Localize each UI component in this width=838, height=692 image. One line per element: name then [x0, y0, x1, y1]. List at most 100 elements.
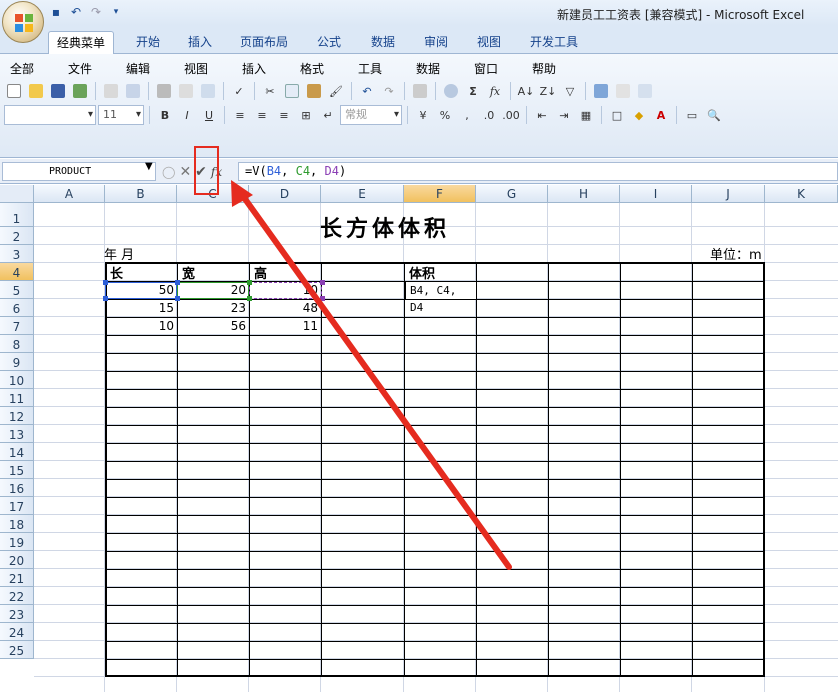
print-preview-icon[interactable] — [101, 81, 121, 101]
redo-icon[interactable]: ↷ — [379, 81, 399, 101]
sort-descending-icon[interactable]: Z↓ — [538, 81, 558, 101]
menu-view[interactable]: 视图 — [184, 60, 208, 77]
range-handle[interactable] — [103, 280, 108, 285]
row-header-1[interactable]: 1 — [0, 203, 34, 227]
row-header-10[interactable]: 10 — [0, 371, 34, 389]
column-header-f[interactable]: F — [404, 185, 476, 203]
column-header-b[interactable]: B — [105, 185, 177, 203]
align-right-icon[interactable]: ≡ — [274, 105, 294, 125]
column-header-k[interactable]: K — [765, 185, 838, 203]
cell-c6[interactable]: 56 — [178, 319, 246, 333]
menu-help[interactable]: 帮助 — [532, 60, 556, 77]
comma-style-icon[interactable]: , — [457, 105, 477, 125]
research-icon[interactable] — [123, 81, 143, 101]
tab-view[interactable]: 视图 — [469, 31, 509, 54]
row-header-25[interactable]: 25 — [0, 641, 34, 659]
row-header-12[interactable]: 12 — [0, 407, 34, 425]
align-center-icon[interactable]: ≡ — [252, 105, 272, 125]
open-icon[interactable] — [26, 81, 46, 101]
menu-all[interactable]: 全部 — [10, 60, 34, 77]
font-name-combo[interactable] — [4, 105, 96, 125]
chevron-down-icon[interactable]: ▼ — [145, 161, 153, 172]
insert-chart-icon[interactable] — [410, 81, 430, 101]
row-header-21[interactable]: 21 — [0, 569, 34, 587]
range-handle[interactable] — [247, 296, 252, 301]
new-icon[interactable] — [4, 81, 24, 101]
redo-icon[interactable]: ↷ — [88, 4, 104, 20]
save-icon[interactable] — [48, 81, 68, 101]
cell-d6[interactable]: 11 — [250, 319, 318, 333]
row-header-9[interactable]: 9 — [0, 353, 34, 371]
tab-classic-menu[interactable]: 经典菜单 — [48, 31, 115, 54]
paste-icon[interactable] — [304, 81, 324, 101]
wrap-text-icon[interactable]: ↵ — [318, 105, 338, 125]
menu-data[interactable]: 数据 — [416, 60, 440, 77]
filter-icon[interactable]: ▽ — [560, 81, 580, 101]
decrease-indent-icon[interactable]: ⇤ — [532, 105, 552, 125]
range-handle[interactable] — [247, 280, 252, 285]
header-width[interactable]: 宽 — [182, 263, 195, 282]
decrease-decimal-icon[interactable]: .00 — [501, 105, 521, 125]
range-handle[interactable] — [175, 280, 180, 285]
tab-page-layout[interactable]: 页面布局 — [232, 31, 296, 54]
permission-icon[interactable] — [70, 81, 90, 101]
name-box[interactable]: PRODUCT — [2, 162, 156, 181]
column-header-h[interactable]: H — [548, 185, 620, 203]
find-icon[interactable]: 🔍 — [704, 105, 724, 125]
row-header-18[interactable]: 18 — [0, 515, 34, 533]
menu-tools[interactable]: 工具 — [358, 60, 382, 77]
column-header-j[interactable]: J — [692, 185, 765, 203]
spreadsheet-grid[interactable]: ABCDEFGHIJK 1 2 3 4 5 6 7 8 9 10 11 12 13 14 15 16 17 18 1… — [0, 185, 838, 692]
drawing-icon[interactable] — [613, 81, 633, 101]
column-header-i[interactable]: I — [620, 185, 692, 203]
row-header-3[interactable]: 3 — [0, 245, 34, 263]
undo-icon[interactable]: ↶ — [357, 81, 377, 101]
zoom-icon[interactable] — [635, 81, 655, 101]
column-header-d[interactable]: D — [249, 185, 321, 203]
cut-icon[interactable]: ✂ — [260, 81, 280, 101]
column-header-g[interactable]: G — [476, 185, 548, 203]
font-color-icon[interactable]: A — [651, 105, 671, 125]
row-header-7[interactable]: 7 — [0, 317, 34, 335]
row-header-4[interactable]: 4 — [0, 263, 34, 281]
row-header-15[interactable]: 15 — [0, 461, 34, 479]
increase-decimal-icon[interactable]: .0 — [479, 105, 499, 125]
tab-home[interactable]: 开始 — [128, 31, 168, 54]
hyperlink-icon[interactable] — [441, 81, 461, 101]
expand-circle-icon[interactable]: ◯ — [162, 165, 175, 179]
currency-icon[interactable]: ¥ — [413, 105, 433, 125]
customize-qat-icon[interactable]: ▾ — [108, 4, 124, 20]
menu-window[interactable]: 窗口 — [474, 60, 498, 77]
bold-button[interactable]: B — [155, 105, 175, 125]
range-handle[interactable] — [175, 296, 180, 301]
row-header-22[interactable]: 22 — [0, 587, 34, 605]
format-painter-icon[interactable]: 🖌 — [326, 81, 346, 101]
percent-icon[interactable]: % — [435, 105, 455, 125]
header-height[interactable]: 高 — [254, 263, 267, 282]
tab-developer[interactable]: 开发工具 — [522, 31, 586, 54]
underline-button[interactable]: U — [199, 105, 219, 125]
select-all-corner[interactable] — [0, 185, 34, 203]
cancel-icon[interactable]: ✕ — [179, 164, 191, 180]
tab-formulas[interactable]: 公式 — [309, 31, 349, 54]
chart-wizard-icon[interactable] — [591, 81, 611, 101]
cell-d5[interactable]: 48 — [250, 301, 318, 315]
row-header-13[interactable]: 13 — [0, 425, 34, 443]
comment-icon[interactable]: ▭ — [682, 105, 702, 125]
tab-review[interactable]: 审阅 — [416, 31, 456, 54]
range-handle[interactable] — [320, 296, 325, 301]
increase-indent-icon[interactable]: ⇥ — [554, 105, 574, 125]
merge-center-icon[interactable]: ⊞ — [296, 105, 316, 125]
row-header-2[interactable]: 2 — [0, 227, 34, 245]
row-header-6[interactable]: 6 — [0, 299, 34, 317]
spelling-icon[interactable] — [198, 81, 218, 101]
copy-icon[interactable] — [282, 81, 302, 101]
tab-data[interactable]: 数据 — [363, 31, 403, 54]
menu-file[interactable]: 文件 — [68, 60, 92, 77]
save-icon[interactable]: ▪ — [48, 4, 64, 20]
autosum-icon[interactable]: Σ — [463, 81, 483, 101]
align-left-icon[interactable]: ≡ — [230, 105, 250, 125]
spell-check-icon[interactable]: ✓ — [229, 81, 249, 101]
row-header-19[interactable]: 19 — [0, 533, 34, 551]
column-header-a[interactable]: A — [34, 185, 105, 203]
